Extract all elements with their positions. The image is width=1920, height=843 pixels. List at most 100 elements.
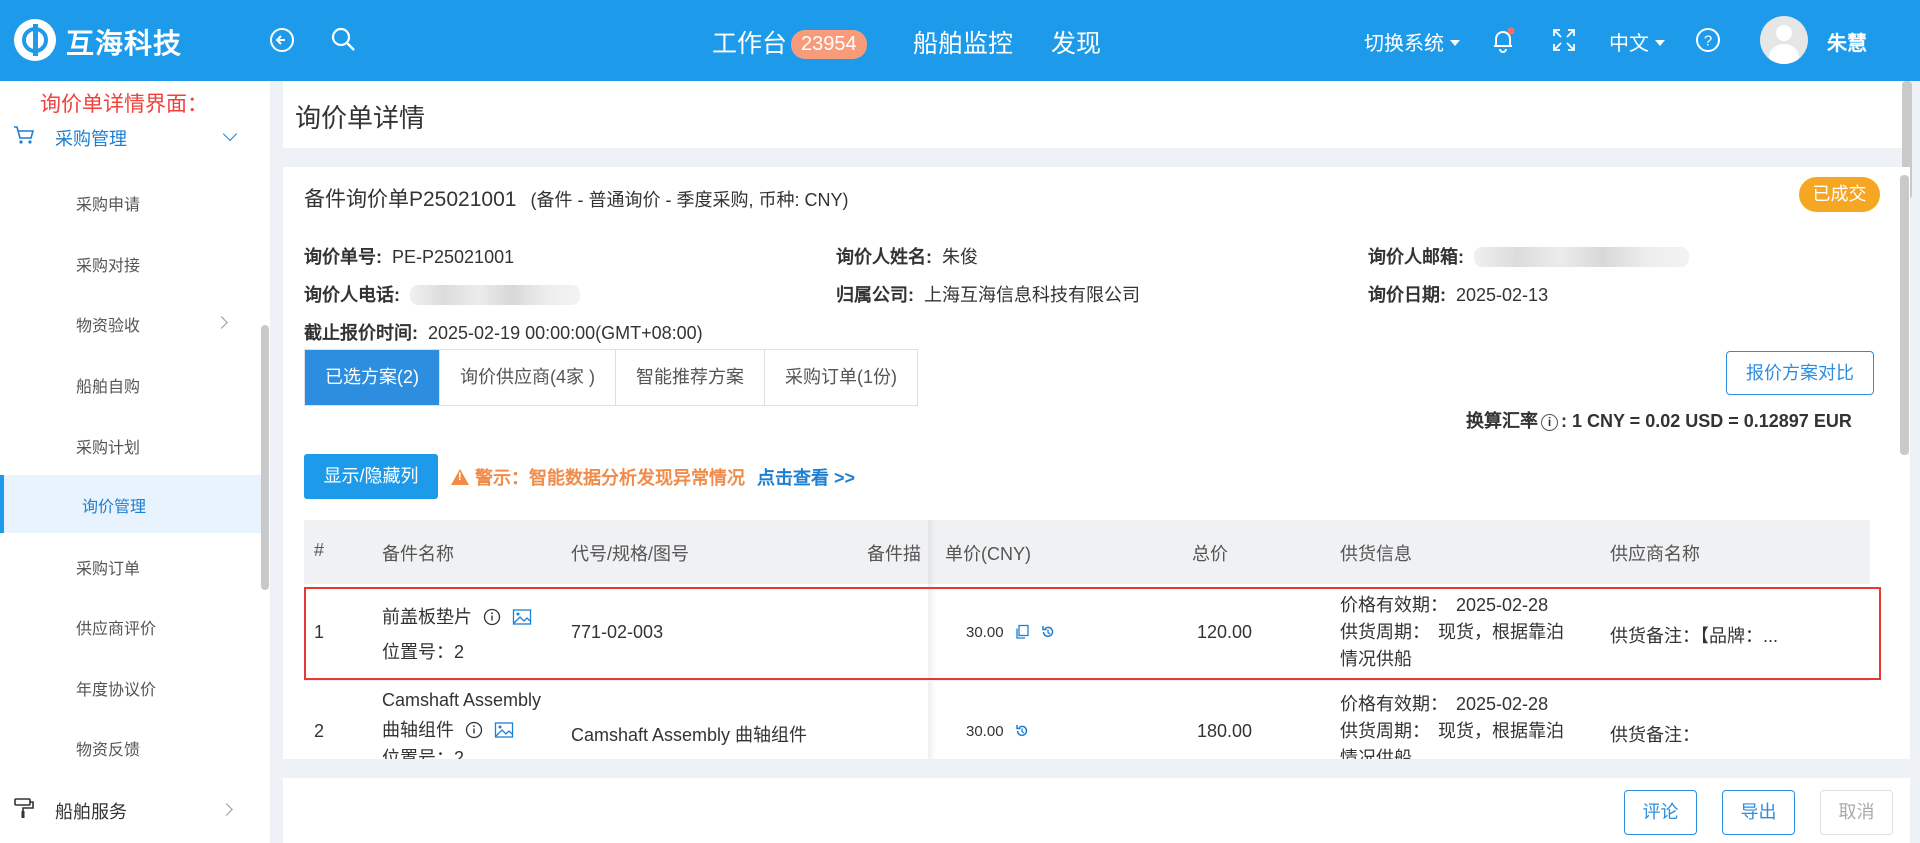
sidebar-group-ship-service[interactable]: 船舶服务 <box>0 790 262 830</box>
action-footer: 评论 导出 取消 <box>283 778 1910 843</box>
unit-price-cell: 30.00 <box>966 723 1030 740</box>
cycle-value: 现货，根据靠泊 <box>1438 721 1564 741</box>
sidebar-item-purchase-docking[interactable]: 采购对接 <box>0 234 262 292</box>
tab-suppliers[interactable]: 询价供应商(4家 ) <box>440 350 616 405</box>
sidebar-item-purchase-order[interactable]: 采购订单 <box>0 537 262 595</box>
field-value: 上海互海信息科技有限公司 <box>924 285 1140 305</box>
toggle-columns-button[interactable]: 显示/隐藏列 <box>304 454 438 499</box>
nav-discover[interactable]: 发现 <box>1051 24 1101 60</box>
export-button[interactable]: 导出 <box>1722 790 1795 835</box>
avatar[interactable] <box>1760 16 1808 64</box>
rate-label: 换算汇率 <box>1466 411 1538 431</box>
total-cell: 180.00 <box>1197 721 1253 741</box>
sidebar-item-purchase-plan[interactable]: 采购计划 <box>0 416 262 474</box>
chevron-right-icon <box>215 316 228 329</box>
nav-ship-monitor[interactable]: 船舶监控 <box>913 24 1013 60</box>
cart-icon <box>14 126 35 144</box>
tab-purchase-orders[interactable]: 采购订单(1份) <box>765 350 917 405</box>
sidebar-item-label: 船舶自购 <box>76 379 141 396</box>
card-scrollbar[interactable] <box>1900 175 1909 455</box>
username[interactable]: 朱慧 <box>1827 27 1867 56</box>
language-label: 中文 <box>1609 33 1649 55</box>
part-name-cell: 曲轴组件 <box>382 716 514 742</box>
back-circle-icon[interactable] <box>266 24 298 56</box>
sidebar-item-supplier-evaluation[interactable]: 供应商评价 <box>0 597 262 655</box>
col-supplier-name: 供应商名称 <box>1610 544 1700 564</box>
inquiry-no-field: 询价单号: PE-P25021001 <box>304 243 514 269</box>
cycle-label: 供货周期： <box>1340 721 1430 741</box>
sidebar-item-material-feedback[interactable]: 物资反馈 <box>0 718 262 776</box>
comment-button[interactable]: 评论 <box>1624 790 1697 835</box>
history-icon[interactable] <box>1014 723 1030 739</box>
top-bar: 互海科技 工作台 23954 船舶监控 发现 切换系统 中文 ? 朱慧 <box>0 0 1920 81</box>
validity-date: 2025-02-28 <box>1456 694 1549 714</box>
col-index: # <box>314 540 325 560</box>
row-highlight-box <box>304 587 1881 680</box>
info-icon[interactable]: i <box>1541 414 1558 431</box>
field-value: 2025-02-19 00:00:00(GMT+08:00) <box>428 323 703 343</box>
view-anomaly-link[interactable]: 点击查看 >> <box>757 468 855 488</box>
image-icon[interactable] <box>494 721 514 739</box>
compare-quotes-button[interactable]: 报价方案对比 <box>1726 351 1874 395</box>
code-cell: Camshaft Assembly 曲轴组件 <box>571 725 808 745</box>
supply-info-cell: 价格有效期： 2025-02-28 <box>1340 690 1548 716</box>
warning-text: 警示：智能数据分析发现异常情况 <box>475 468 745 488</box>
field-label: 询价人电话: <box>304 285 400 305</box>
exchange-rate: 换算汇率 i: 1 CNY = 0.02 USD = 0.12897 EUR <box>1466 407 1852 433</box>
inquiry-date-field: 询价日期: 2025-02-13 <box>1368 281 1548 307</box>
inquirer-name-field: 询价人姓名: 朱俊 <box>836 243 978 269</box>
nav-workbench[interactable]: 工作台 23954 <box>712 24 867 60</box>
tab-selected-plans[interactable]: 已选方案(2) <box>305 350 440 405</box>
col-total: 总价 <box>1192 544 1228 564</box>
sidebar-scrollbar[interactable] <box>261 325 269 590</box>
sidebar-item-label: 采购申请 <box>76 197 141 214</box>
validity-label: 价格有效期： <box>1340 694 1448 714</box>
row-index: 2 <box>314 721 325 741</box>
language-dropdown[interactable]: 中文 <box>1609 27 1665 56</box>
field-value: 2025-02-13 <box>1456 285 1549 305</box>
paint-roller-icon <box>14 798 34 818</box>
cancel-button[interactable]: 取消 <box>1820 790 1893 835</box>
table-row[interactable]: 2 Camshaft Assembly 曲轴组件 位置号：2 Camshaft … <box>304 681 1870 759</box>
sidebar-item-label: 采购对接 <box>76 258 141 275</box>
bell-icon[interactable] <box>1487 24 1519 56</box>
sidebar-item-inquiry-management[interactable]: 询价管理 <box>0 475 262 533</box>
field-value: PE-P25021001 <box>392 247 515 267</box>
col-description: 备件描 <box>867 544 921 564</box>
sidebar-group-purchasing[interactable]: 采购管理 <box>0 117 262 157</box>
workbench-count-badge: 23954 <box>791 30 867 59</box>
sidebar-item-ship-self-purchase[interactable]: 船舶自购 <box>0 355 262 413</box>
part-name: Camshaft Assembly <box>382 690 542 710</box>
tab-smart-recommendation[interactable]: 智能推荐方案 <box>616 350 765 405</box>
switch-system-dropdown[interactable]: 切换系统 <box>1364 27 1460 56</box>
chevron-right-icon <box>220 803 233 816</box>
info-icon[interactable] <box>465 721 483 739</box>
annotation-note: 询价单详情界面： <box>40 93 208 116</box>
field-label: 询价单号: <box>304 247 382 267</box>
sidebar-group-label: 船舶服务 <box>55 802 127 822</box>
rate-value: : 1 CNY = 0.02 USD = 0.12897 EUR <box>1561 411 1852 431</box>
part-name-cn: 曲轴组件 <box>382 720 454 740</box>
caret-down-icon <box>1655 40 1665 46</box>
sidebar-item-purchase-request[interactable]: 采购申请 <box>0 173 262 231</box>
logo-icon <box>14 19 56 61</box>
sidebar-item-annual-agreement-price[interactable]: 年度协议价 <box>0 658 262 716</box>
field-label: 归属公司: <box>836 285 914 305</box>
warning-icon <box>451 469 469 485</box>
supply-remark: 供货备注： <box>1610 725 1700 745</box>
sidebar-item-label: 物资验收 <box>76 318 141 335</box>
fullscreen-icon[interactable] <box>1548 24 1580 56</box>
detail-tabs: 已选方案(2) 询价供应商(4家 ) 智能推荐方案 采购订单(1份) <box>304 349 918 406</box>
col-unit-price: 单价(CNY) <box>941 540 1031 566</box>
inquirer-phone-field: 询价人电话: <box>304 281 580 307</box>
field-value: 朱俊 <box>942 247 978 267</box>
sidebar-group-label: 采购管理 <box>55 129 127 149</box>
search-icon[interactable] <box>327 24 359 56</box>
switch-system-label: 切换系统 <box>1364 33 1444 55</box>
svg-text:?: ? <box>1704 33 1712 50</box>
position-number: 位置号：2 <box>382 748 465 759</box>
caret-down-icon <box>1450 40 1460 46</box>
field-label: 截止报价时间: <box>304 323 418 343</box>
help-icon[interactable]: ? <box>1692 24 1724 56</box>
sidebar-item-material-acceptance[interactable]: 物资验收 <box>0 294 262 352</box>
